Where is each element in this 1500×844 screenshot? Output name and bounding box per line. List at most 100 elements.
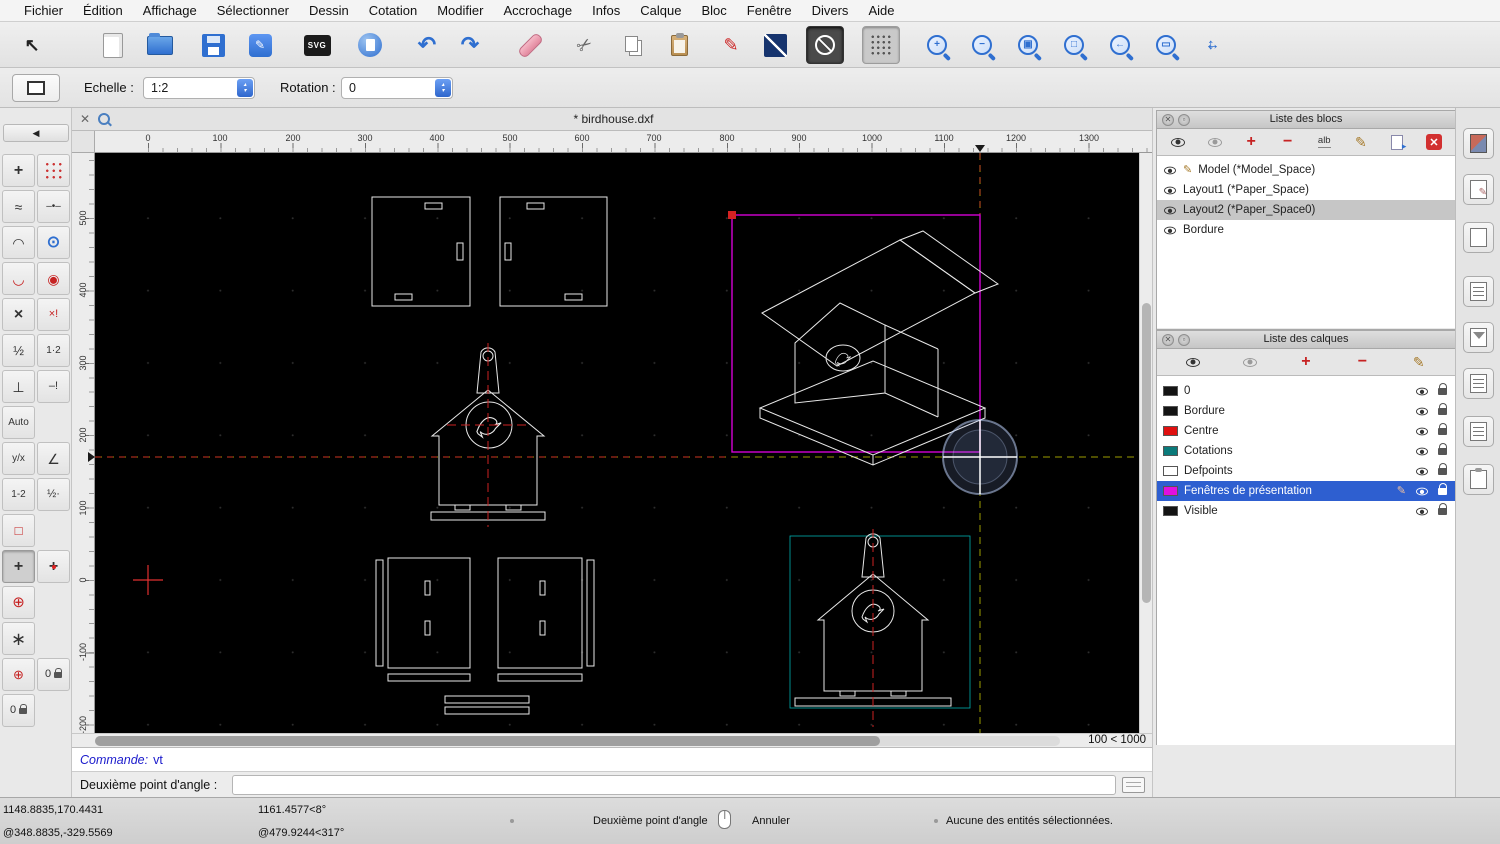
snap-reference-point-button[interactable]: ◉ (37, 262, 70, 295)
paper-space-button[interactable] (12, 74, 60, 102)
snap-distance-button[interactable]: 1·2 (37, 334, 70, 367)
remove-layer-button[interactable]: − (1349, 352, 1375, 373)
zoom-selection-button[interactable]: □ (1055, 26, 1093, 64)
menu-affichage[interactable]: Affichage (133, 3, 207, 18)
menu-modifier[interactable]: Modifier (427, 3, 493, 18)
layer-color-swatch[interactable] (1163, 406, 1178, 416)
layer-color-swatch[interactable] (1163, 466, 1178, 476)
layer-row-bordure[interactable]: Bordure (1157, 401, 1455, 421)
grid-toggle-button[interactable] (862, 26, 900, 64)
snap-auto-button[interactable]: Auto (2, 406, 35, 439)
snap-arc-center-button[interactable]: ◠ (2, 226, 35, 259)
show-all-blocks-button[interactable] (1165, 132, 1191, 153)
close-panel-icon[interactable]: ✕ (1162, 334, 1174, 346)
restrict-orthogonal-button[interactable]: ⊥ (2, 370, 35, 403)
delete-block-button[interactable]: ✕ (1421, 132, 1447, 153)
lock-icon[interactable] (1438, 502, 1447, 515)
lock-icon[interactable] (1438, 382, 1447, 395)
zero-lock-button[interactable]: 0 (37, 658, 70, 691)
command-input[interactable] (232, 775, 1116, 795)
restrict-horizontal-button[interactable]: □ (2, 514, 35, 547)
crosshair-snap-button[interactable]: + (37, 550, 70, 583)
keyboard-icon[interactable] (1122, 777, 1145, 793)
eye-icon[interactable] (1164, 226, 1176, 234)
palette-collapse-button[interactable]: ◀ (3, 124, 69, 142)
set-relative-zero-button[interactable]: y/x (2, 442, 35, 475)
show-all-layers-button[interactable] (1180, 352, 1206, 373)
edit-pen-button[interactable]: ✎ (712, 26, 750, 64)
lock-relative-zero-button[interactable]: ⊕ (2, 658, 35, 691)
clipboard-panel-toggle-button[interactable] (1463, 464, 1494, 495)
layer-row-centre[interactable]: Centre (1157, 421, 1455, 441)
snap-on-entity-button[interactable]: –•– (37, 190, 70, 223)
zoom-in-button[interactable]: + (918, 26, 956, 64)
rotation-select[interactable]: 0 ▴ ▾ (341, 77, 453, 99)
vertical-scrollbar[interactable] (1139, 153, 1152, 733)
copy-button[interactable] (614, 26, 652, 64)
drawing-preferences-button[interactable]: ✎ (241, 26, 279, 64)
eye-icon[interactable] (1416, 507, 1428, 515)
eye-icon[interactable] (1416, 447, 1428, 455)
half-point-button[interactable]: 1-2 (2, 478, 35, 511)
library-browser-toggle-button[interactable] (1463, 276, 1494, 307)
command-history[interactable]: Commande: vt (72, 747, 1152, 771)
block-row-bordure[interactable]: Bordure (1157, 220, 1455, 240)
hide-all-blocks-button[interactable] (1202, 132, 1228, 153)
distance-point-button[interactable]: ½· (37, 478, 70, 511)
block-row-layout2[interactable]: Layout2 (*Paper_Space0) (1157, 200, 1455, 220)
menu-selectionner[interactable]: Sélectionner (207, 3, 299, 18)
open-file-button[interactable] (141, 26, 179, 64)
snap-tangent-button[interactable]: ◡ (2, 262, 35, 295)
command-widget-toggle-button[interactable] (1463, 322, 1494, 353)
menu-edition[interactable]: Édition (73, 3, 133, 18)
selection-filter-toggle-button[interactable] (1463, 416, 1494, 447)
menu-dessin[interactable]: Dessin (299, 3, 359, 18)
new-file-button[interactable] (94, 26, 132, 64)
layer-row-visible[interactable]: Visible (1157, 501, 1455, 521)
menu-divers[interactable]: Divers (802, 3, 859, 18)
snap-intersection-button[interactable]: × (2, 298, 35, 331)
layer-color-swatch[interactable] (1163, 386, 1178, 396)
save-button[interactable] (194, 26, 232, 64)
layer-row-fenetres[interactable]: Fenêtres de présentation ✎ (1157, 481, 1455, 501)
layer-color-swatch[interactable] (1163, 486, 1178, 496)
remove-block-button[interactable]: − (1275, 132, 1301, 153)
zero-lock-button-2[interactable]: 0 (2, 694, 35, 727)
menu-fichier[interactable]: Fichier (14, 3, 73, 18)
block-row-layout1[interactable]: Layout1 (*Paper_Space) (1157, 180, 1455, 200)
hide-all-layers-button[interactable] (1237, 352, 1263, 373)
eye-icon[interactable] (1416, 407, 1428, 415)
snap-middle-button[interactable]: ½ (2, 334, 35, 367)
menu-cotation[interactable]: Cotation (359, 3, 427, 18)
horizontal-scrollbar-track[interactable] (95, 736, 1060, 746)
vertical-scrollbar-thumb[interactable] (1142, 303, 1151, 603)
drawing-canvas[interactable] (95, 153, 1139, 733)
zoom-out-button[interactable]: − (963, 26, 1001, 64)
eye-icon[interactable] (1164, 186, 1176, 194)
rename-block-button[interactable]: alb (1311, 132, 1337, 153)
property-editor-toggle-button[interactable] (1463, 368, 1494, 399)
menu-aide[interactable]: Aide (858, 3, 904, 18)
eye-icon[interactable] (1416, 387, 1428, 395)
angle-snap-button[interactable]: ∠ (37, 442, 70, 475)
menu-fenetre[interactable]: Fenêtre (737, 3, 802, 18)
edit-block-button[interactable]: ✎ (1348, 132, 1374, 153)
add-block-button[interactable]: + (1238, 132, 1264, 153)
snap-circle-center-button[interactable]: ⊙ (37, 226, 70, 259)
circle-tool-button[interactable] (806, 26, 844, 64)
cut-button[interactable]: ✂ (566, 26, 604, 64)
pan-button[interactable]: ↔ ↕ (1194, 26, 1232, 64)
circle-center-plus-button[interactable]: ⊕ (2, 586, 35, 619)
block-row-model[interactable]: ✎ Model (*Model_Space) (1157, 160, 1455, 180)
undo-button[interactable]: ↶ (408, 26, 446, 64)
line-tool-button[interactable] (756, 26, 794, 64)
previous-view-button[interactable]: ← (1101, 26, 1139, 64)
relative-zero-button[interactable]: + (2, 550, 35, 583)
float-panel-icon[interactable]: ▫ (1178, 334, 1190, 346)
eye-icon[interactable] (1416, 427, 1428, 435)
print-preview-button[interactable] (351, 26, 389, 64)
eye-icon[interactable] (1164, 206, 1176, 214)
stepper-arrows-icon[interactable]: ▴ ▾ (237, 79, 253, 97)
zoom-window-button[interactable]: ▭ (1147, 26, 1185, 64)
eye-icon[interactable] (1164, 166, 1176, 174)
